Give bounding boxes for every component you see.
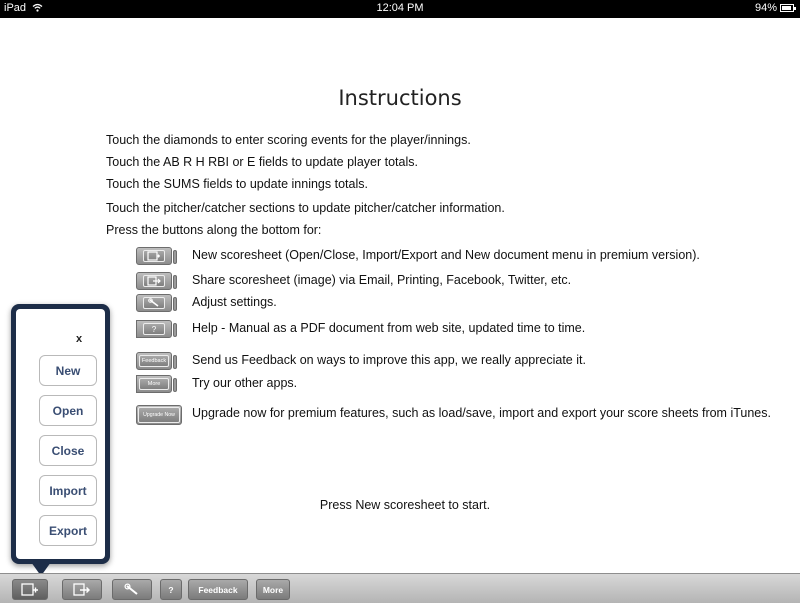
more-button[interactable]: More [256, 579, 290, 600]
close-button[interactable]: Close [39, 435, 97, 466]
help-button[interactable]: ? [160, 579, 182, 600]
instructions-title: Instructions [338, 86, 462, 110]
bottom-toolbar: ? Feedback More [0, 573, 800, 603]
help-icon: ? [136, 320, 177, 338]
upgrade-icon-label: Upgrade Now [138, 407, 180, 423]
legend-row-more: More Try our other apps. [136, 375, 297, 393]
status-right: 94% [754, 2, 796, 14]
legend-text: Share scoresheet (image) via Email, Prin… [192, 273, 572, 287]
share-icon [136, 272, 177, 290]
legend-text: Send us Feedback on ways to improve this… [192, 353, 586, 367]
instruction-line: Touch the AB R H RBI or E fields to upda… [106, 155, 418, 169]
more-icon: More [136, 375, 177, 393]
instruction-line: Touch the SUMS fields to update innings … [106, 177, 368, 191]
share-button[interactable] [62, 579, 102, 600]
feedback-icon: Feedback [136, 352, 177, 370]
battery-percent: 94% [754, 2, 777, 14]
legend-row-feedback: Feedback Send us Feedback on ways to imp… [136, 352, 586, 370]
import-button[interactable]: Import [39, 475, 97, 506]
legend-row-help: ? Help - Manual as a PDF document from w… [136, 320, 585, 338]
legend-text: Adjust settings. [192, 295, 277, 309]
open-button[interactable]: Open [39, 395, 97, 426]
new-scoresheet-icon [136, 247, 177, 265]
status-time: 12:04 PM [376, 2, 424, 14]
new-scoresheet-button[interactable] [12, 579, 48, 600]
start-hint: Press New scoresheet to start. [319, 498, 491, 512]
legend-text: Help - Manual as a PDF document from web… [192, 321, 586, 335]
export-button[interactable]: Export [39, 515, 97, 546]
popover-panel: x New Open Close Import Export [16, 309, 105, 559]
wrench-icon [136, 294, 177, 312]
feedback-button[interactable]: Feedback [188, 579, 248, 600]
legend-row-upgrade: Upgrade Now Upgrade now for premium feat… [136, 405, 782, 425]
settings-button[interactable] [112, 579, 152, 600]
upgrade-icon: Upgrade Now [136, 405, 182, 425]
app-screen: iPad 12:04 PM 94% Instructions Touch the… [0, 0, 800, 603]
legend-row-share: Share scoresheet (image) via Email, Prin… [136, 272, 571, 290]
instruction-line: Touch the pitcher/catcher sections to up… [106, 201, 505, 215]
legend-row-new: New scoresheet (Open/Close, Import/Expor… [136, 247, 700, 265]
more-icon-label: More [139, 378, 169, 390]
legend-text: Try our other apps. [192, 376, 298, 390]
help-icon-label: ? [143, 323, 165, 335]
status-bar: iPad 12:04 PM 94% [0, 0, 800, 18]
instruction-line: Press the buttons along the bottom for: [106, 223, 322, 237]
legend-row-settings: Adjust settings. [136, 294, 277, 312]
instruction-line: Touch the diamonds to enter scoring even… [106, 133, 471, 147]
wrench-icon [124, 583, 138, 595]
close-popover-button[interactable]: x [76, 333, 82, 345]
legend-text: Upgrade now for premium features, such a… [192, 406, 771, 420]
legend-text: New scoresheet (Open/Close, Import/Expor… [192, 248, 700, 262]
share-icon [73, 583, 90, 596]
new-scoresheet-icon [21, 583, 38, 596]
feedback-icon-label: Feedback [139, 355, 169, 367]
battery-icon [780, 4, 796, 12]
new-button[interactable]: New [39, 355, 97, 386]
new-document-popover: x New Open Close Import Export [11, 304, 110, 576]
